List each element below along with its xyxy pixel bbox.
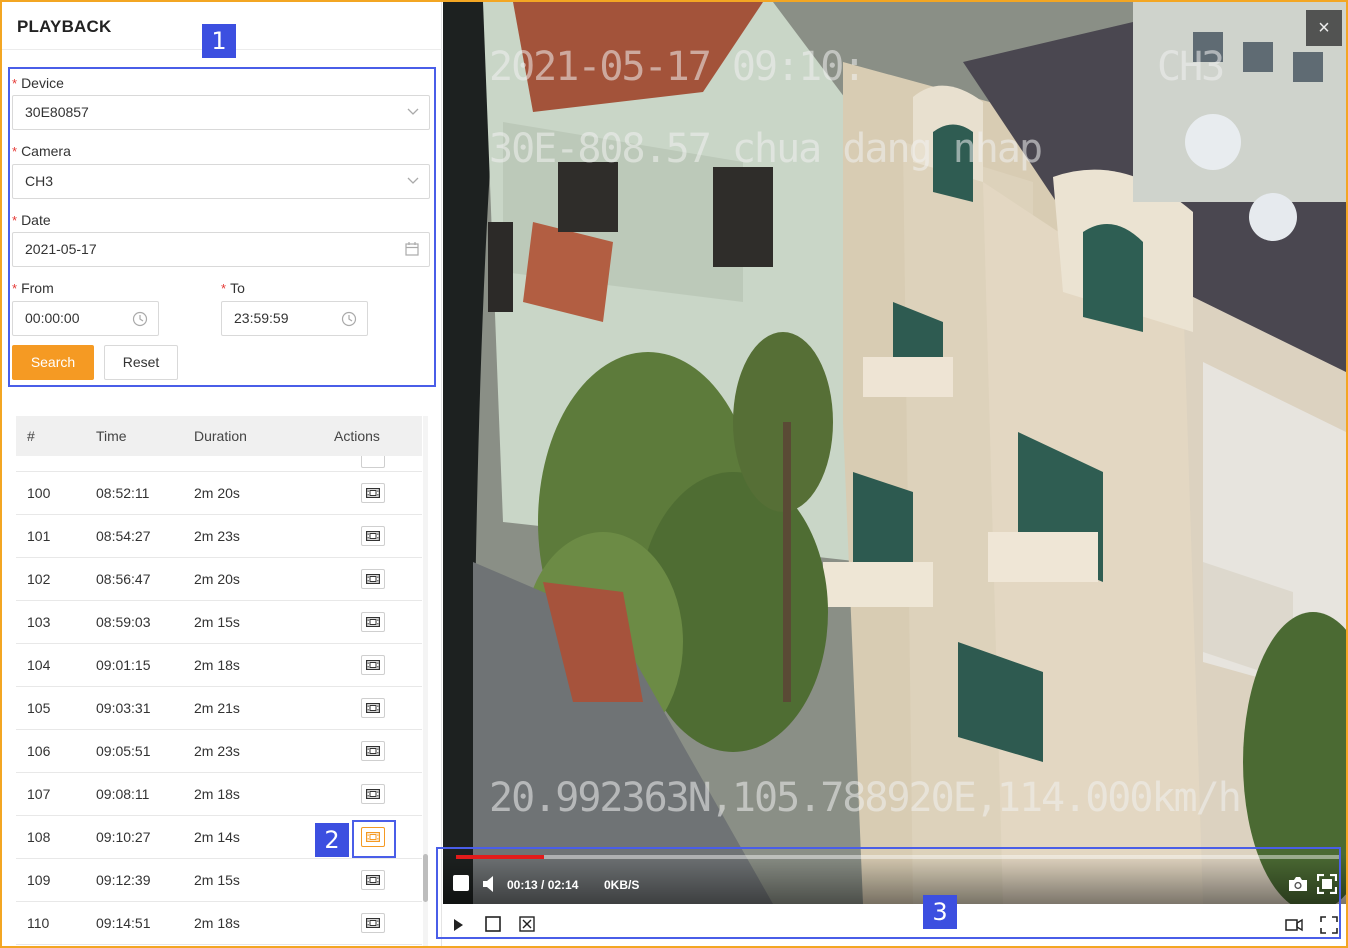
annotation-badge-2: 2	[315, 823, 349, 857]
table-row[interactable]: 109 09:12:39 2m 15s	[16, 859, 422, 902]
film-icon	[366, 488, 380, 498]
cell-duration: 2m 21s	[194, 700, 240, 716]
osd-datetime: 2021-05-17 09:10:	[489, 44, 866, 90]
playback-action-button[interactable]	[361, 612, 385, 632]
playback-action-button[interactable]	[361, 655, 385, 675]
cell-index: 106	[27, 743, 51, 759]
cell-time: 09:05:51	[96, 743, 151, 759]
header-duration: Duration	[194, 428, 247, 444]
cell-time: 08:59:03	[96, 614, 151, 630]
cell-duration: 2m 23s	[194, 528, 240, 544]
cell-time: 09:08:11	[96, 786, 150, 802]
annotation-box-1	[8, 67, 436, 387]
table-row[interactable]: 100 08:52:11 2m 20s	[16, 472, 422, 515]
playback-action-button[interactable]	[361, 526, 385, 546]
cell-index: 104	[27, 657, 51, 673]
cell-time: 09:12:39	[96, 872, 151, 888]
header-actions: Actions	[334, 428, 380, 444]
table-row[interactable]: 103 08:59:03 2m 15s	[16, 601, 422, 644]
cell-duration: 2m 18s	[194, 786, 240, 802]
table-row[interactable]: 107 09:08:11 2m 18s	[16, 773, 422, 816]
cell-duration: 2m 15s	[194, 872, 240, 888]
table-row[interactable]: 104 09:01:15 2m 18s	[16, 644, 422, 687]
film-icon	[366, 574, 380, 584]
cell-duration: 2m 20s	[194, 571, 240, 587]
cell-time: 09:14:51	[96, 915, 151, 931]
film-icon	[366, 617, 380, 627]
close-button[interactable]: ×	[1306, 10, 1342, 46]
table-row[interactable]: 101 08:54:27 2m 23s	[16, 515, 422, 558]
video-viewport[interactable]: 2021-05-17 09:10: CH3 30E-808.57 chua da…	[443, 2, 1346, 904]
recordings-table: 100 08:52:11 2m 20s 101 08:54:27 2m 23s 102 08:…	[16, 416, 422, 946]
playback-action-button[interactable]	[361, 483, 385, 503]
app-frame: PLAYBACK * Device 30E80857 * Camera CH3 * D…	[2, 2, 1346, 946]
film-icon	[366, 660, 380, 670]
annotation-box-3	[436, 847, 1341, 939]
cell-duration: 2m 14s	[194, 829, 240, 845]
cell-index: 100	[27, 485, 51, 501]
cell-index: 103	[27, 614, 51, 630]
table-body: 100 08:52:11 2m 20s 101 08:54:27 2m 23s 102 08:…	[16, 448, 422, 945]
annotation-box-2	[352, 820, 396, 858]
annotation-badge-1: 1	[202, 24, 236, 58]
playback-action-button[interactable]	[361, 569, 385, 589]
cell-duration: 2m 18s	[194, 915, 240, 931]
cell-duration: 2m 15s	[194, 614, 240, 630]
table-row[interactable]: 105 09:03:31 2m 21s	[16, 687, 422, 730]
cell-time: 08:54:27	[96, 528, 151, 544]
playback-action-button[interactable]	[361, 698, 385, 718]
header-time: Time	[96, 428, 127, 444]
playback-panel: PLAYBACK * Device 30E80857 * Camera CH3 * D…	[2, 2, 442, 946]
osd-plate: 30E-808.57 chua dang nhap	[489, 126, 1043, 172]
annotation-badge-3: 3	[923, 895, 957, 929]
cell-time: 08:56:47	[96, 571, 151, 587]
cell-index: 108	[27, 829, 51, 845]
playback-action-button[interactable]	[361, 784, 385, 804]
table-header: # Time Duration Actions	[16, 416, 422, 456]
table-scrollbar-thumb[interactable]	[423, 854, 428, 902]
table-row[interactable]: 102 08:56:47 2m 20s	[16, 558, 422, 601]
playback-action-button[interactable]	[361, 913, 385, 933]
header-index: #	[27, 428, 35, 444]
playback-action-button[interactable]	[361, 741, 385, 761]
table-row-partial	[16, 448, 422, 472]
cell-duration: 2m 20s	[194, 485, 240, 501]
cell-index: 105	[27, 700, 51, 716]
osd-gps: 20.992363N,105.788920E,114.000km/h	[489, 775, 1242, 821]
page-title: PLAYBACK	[17, 17, 112, 36]
playback-action-button[interactable]	[361, 870, 385, 890]
cell-time: 08:52:11	[96, 485, 150, 501]
film-icon	[366, 789, 380, 799]
cell-index: 109	[27, 872, 51, 888]
table-row[interactable]: 106 09:05:51 2m 23s	[16, 730, 422, 773]
film-icon	[366, 875, 380, 885]
osd-channel: CH3	[1157, 44, 1225, 90]
cell-time: 09:01:15	[96, 657, 151, 673]
cell-index: 110	[27, 915, 50, 931]
film-icon	[366, 703, 380, 713]
cell-index: 101	[27, 528, 51, 544]
close-icon: ×	[1318, 17, 1330, 39]
film-icon	[366, 918, 380, 928]
cell-duration: 2m 23s	[194, 743, 240, 759]
cell-index: 102	[27, 571, 51, 587]
film-icon	[366, 531, 380, 541]
cell-duration: 2m 18s	[194, 657, 240, 673]
cell-time: 09:03:31	[96, 700, 151, 716]
table-row[interactable]: 110 09:14:51 2m 18s	[16, 902, 422, 945]
cell-index: 107	[27, 786, 51, 802]
film-icon	[366, 746, 380, 756]
cell-time: 09:10:27	[96, 829, 151, 845]
